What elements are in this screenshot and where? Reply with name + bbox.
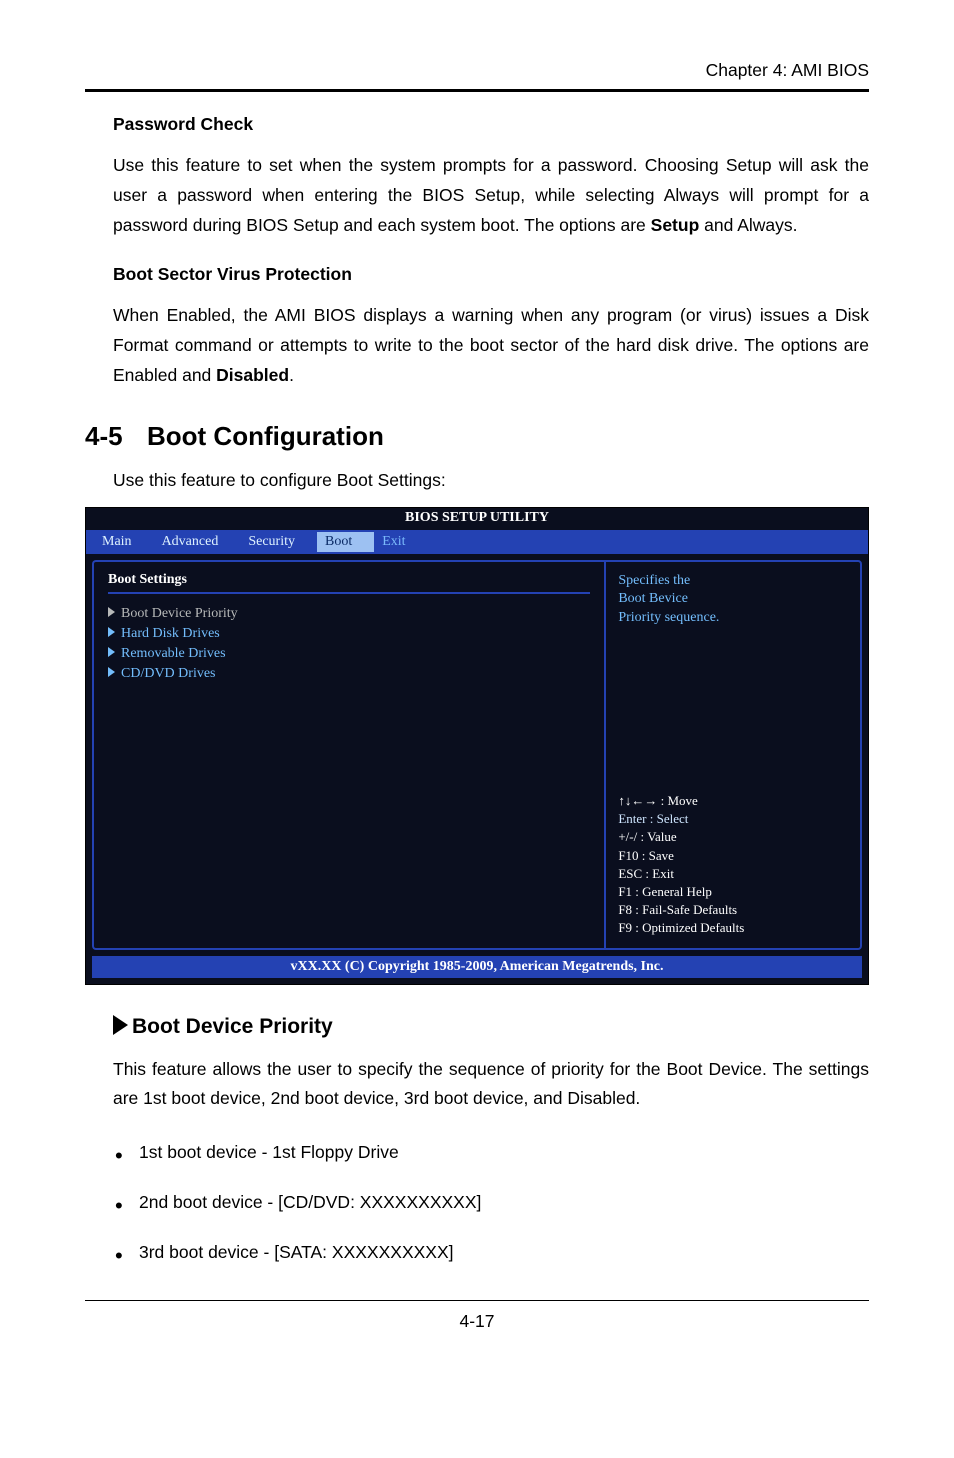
hint-enter: Enter : Select	[618, 810, 848, 828]
hint-f8: F8 : Fail-Safe Defaults	[618, 901, 848, 919]
text: .	[289, 365, 294, 385]
bios-right-panel: Specifies the Boot Bevice Priority seque…	[604, 560, 862, 950]
hint-value: +/-/ : Value	[618, 828, 848, 846]
boot-device-priority-paragraph: This feature allows the user to specify …	[113, 1055, 869, 1115]
section-intro: Use this feature to configure Boot Setti…	[113, 470, 869, 491]
hint-move: ↑↓←→ : Move	[618, 792, 848, 810]
triangle-icon	[113, 1015, 128, 1035]
triangle-icon	[108, 647, 115, 657]
text-bold: Setup	[651, 215, 700, 235]
tab-exit[interactable]: Exit	[374, 532, 427, 552]
bios-left-panel: Boot Settings Boot Device Priority Hard …	[92, 560, 604, 950]
text: and Always.	[699, 215, 797, 235]
menu-boot-device-priority[interactable]: Boot Device Priority	[108, 604, 590, 624]
boot-settings-title: Boot Settings	[108, 572, 590, 588]
bios-copyright-bar: vXX.XX (C) Copyright 1985-2009, American…	[92, 956, 862, 978]
hint-esc: ESC : Exit	[618, 865, 848, 883]
tab-security[interactable]: Security	[240, 532, 317, 552]
boot-sector-paragraph: When Enabled, the AMI BIOS displays a wa…	[113, 301, 869, 390]
list-item: 2nd boot device - [CD/DVD: XXXXXXXXXX]	[113, 1188, 869, 1216]
tab-boot[interactable]: Boot	[317, 532, 374, 552]
list-item: 1st boot device - 1st Floppy Drive	[113, 1138, 869, 1166]
page-header: Chapter 4: AMI BIOS	[85, 60, 869, 89]
section-title: Boot Configuration	[147, 421, 384, 452]
boot-device-priority-heading: Boot Device Priority	[113, 1015, 869, 1039]
bios-setup-utility: BIOS SETUP UTILITY Main Advanced Securit…	[85, 507, 869, 985]
item-label: Boot Device Priority	[121, 606, 238, 621]
page-number: 4-17	[85, 1311, 869, 1332]
triangle-icon	[108, 667, 115, 677]
bios-help-text: Specifies the Boot Bevice Priority seque…	[618, 572, 848, 629]
triangle-icon	[108, 607, 115, 617]
section-number: 4-5	[85, 421, 147, 452]
bios-menubar: Main Advanced Security Boot Exit	[86, 530, 868, 554]
item-label: CD/DVD Drives	[121, 666, 216, 681]
password-check-heading: Password Check	[113, 114, 869, 135]
item-label: Removable Drives	[121, 646, 226, 661]
chapter-label: Chapter 4: AMI BIOS	[706, 60, 869, 81]
tab-main[interactable]: Main	[94, 532, 154, 552]
menu-cd-dvd-drives[interactable]: CD/DVD Drives	[108, 664, 590, 684]
bios-divider	[108, 592, 590, 594]
help-line: Boot Bevice	[618, 590, 848, 609]
help-line: Priority sequence.	[618, 609, 848, 628]
subheading-text: Boot Device Priority	[132, 1015, 333, 1038]
item-label: Hard Disk Drives	[121, 626, 220, 641]
tab-advanced[interactable]: Advanced	[154, 532, 241, 552]
section-4-5-heading: 4-5 Boot Configuration	[85, 421, 869, 452]
bios-body: Boot Settings Boot Device Priority Hard …	[92, 560, 862, 950]
list-item: 3rd boot device - [SATA: XXXXXXXXXX]	[113, 1238, 869, 1266]
hint-f1: F1 : General Help	[618, 883, 848, 901]
footer-rule	[85, 1300, 869, 1301]
bios-key-hints: ↑↓←→ : Move Enter : Select +/-/ : Value …	[618, 792, 848, 938]
hint-f9: F9 : Optimized Defaults	[618, 919, 848, 937]
bios-window-title: BIOS SETUP UTILITY	[86, 508, 868, 530]
help-line: Specifies the	[618, 572, 848, 591]
hint-save: F10 : Save	[618, 847, 848, 865]
boot-device-list: 1st boot device - 1st Floppy Drive 2nd b…	[113, 1138, 869, 1266]
menu-removable-drives[interactable]: Removable Drives	[108, 644, 590, 664]
text-bold: Disabled	[216, 365, 289, 385]
menu-hard-disk-drives[interactable]: Hard Disk Drives	[108, 624, 590, 644]
triangle-icon	[108, 627, 115, 637]
header-rule	[85, 89, 869, 92]
boot-sector-heading: Boot Sector Virus Protection	[113, 264, 869, 285]
password-check-paragraph: Use this feature to set when the system …	[113, 151, 869, 240]
